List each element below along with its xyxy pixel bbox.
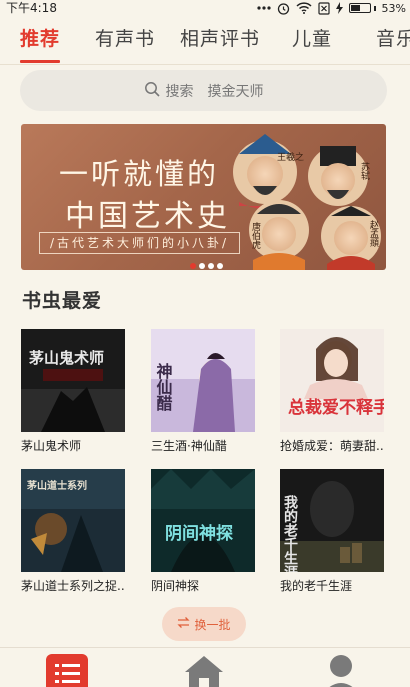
nav-home[interactable] bbox=[183, 654, 225, 687]
book-cover: 我的老千生涯 bbox=[280, 469, 384, 572]
wifi-icon bbox=[296, 2, 312, 14]
status-icons: 53% bbox=[256, 0, 406, 16]
status-time: 下午4:18 bbox=[6, 1, 57, 15]
alarm-icon bbox=[277, 2, 290, 15]
portrait-label-1: 王羲之 bbox=[277, 151, 304, 163]
svg-text:神仙醋: 神仙醋 bbox=[154, 362, 173, 412]
tab-recommend[interactable]: 推荐 bbox=[20, 24, 60, 51]
banner-title-line2: 中国艺术史 bbox=[65, 199, 230, 234]
book-cover: 茅山鬼术师 bbox=[21, 329, 125, 432]
book-card[interactable]: 茅山道士系列 茅山道士系列之捉... bbox=[21, 469, 125, 594]
refresh-batch-label: 换一批 bbox=[194, 617, 231, 632]
carousel-indicator bbox=[190, 263, 223, 269]
book-cover: 阴间神探 bbox=[151, 469, 255, 572]
svg-text:总裁爱不释手: 总裁爱不释手 bbox=[288, 397, 384, 418]
tabs-divider bbox=[0, 64, 410, 65]
sim-off-icon bbox=[317, 1, 330, 15]
search-bar[interactable]: 搜索 摸金天师 bbox=[20, 70, 387, 111]
refresh-batch-button[interactable]: 换一批 bbox=[162, 607, 246, 641]
active-tab-indicator bbox=[20, 60, 60, 63]
book-title: 茅山鬼术师 bbox=[21, 439, 82, 453]
carousel-dot[interactable] bbox=[208, 263, 214, 269]
person-icon bbox=[320, 655, 362, 687]
portrait-label-4: 赵孟頫 bbox=[368, 219, 379, 248]
nav-profile[interactable] bbox=[320, 654, 362, 687]
svg-text:茅山道士系列: 茅山道士系列 bbox=[27, 479, 87, 492]
home-icon bbox=[183, 656, 225, 687]
bottom-navigation bbox=[0, 647, 410, 687]
search-hint: 摸金天师 bbox=[207, 83, 264, 100]
book-title: 抢婚成爱：萌妻甜... bbox=[280, 439, 384, 453]
section-title: 书虫最爱 bbox=[22, 290, 103, 312]
book-title: 茅山道士系列之捉... bbox=[21, 579, 125, 593]
tab-audiobooks[interactable]: 有声书 bbox=[95, 24, 155, 51]
book-title: 三生酒·神仙醋 bbox=[151, 439, 227, 453]
portrait-label-2: 苏轼 bbox=[359, 161, 370, 181]
list-icon bbox=[46, 654, 88, 687]
search-label: 搜索 bbox=[165, 83, 194, 100]
tab-crosstalk[interactable]: 相声评书 bbox=[180, 24, 260, 51]
category-tabs: 推荐 有声书 相声评书 儿童 音乐 bbox=[0, 16, 410, 64]
book-cover: 茅山道士系列 bbox=[21, 469, 125, 572]
book-card[interactable]: 阴间神探 阴间神探 bbox=[151, 469, 255, 594]
carousel-dot[interactable] bbox=[217, 263, 223, 269]
book-card[interactable]: 总裁爱不释手 抢婚成爱：萌妻甜... bbox=[280, 329, 384, 454]
tab-children[interactable]: 儿童 bbox=[292, 24, 332, 51]
svg-text:阴间神探: 阴间神探 bbox=[165, 523, 233, 544]
search-icon bbox=[144, 81, 160, 101]
more-dots-icon bbox=[256, 5, 271, 11]
battery-text: 53% bbox=[381, 1, 406, 15]
banner-subtitle: /古代艺术大师们的小八卦/ bbox=[39, 232, 241, 254]
tab-music[interactable]: 音乐 bbox=[376, 24, 410, 51]
swap-icon bbox=[177, 617, 191, 631]
battery-indicator bbox=[348, 3, 376, 13]
book-card[interactable]: 我的老千生涯 我的老千生涯 bbox=[280, 469, 384, 594]
book-title: 阴间神探 bbox=[151, 579, 200, 593]
status-bar: 下午4:18 53% bbox=[0, 0, 410, 16]
book-title: 我的老千生涯 bbox=[280, 579, 353, 593]
carousel-dot[interactable] bbox=[199, 263, 205, 269]
nav-list[interactable] bbox=[46, 654, 88, 687]
charging-icon bbox=[335, 2, 343, 14]
book-card[interactable]: 茅山鬼术师 茅山鬼术师 bbox=[21, 329, 125, 454]
banner-title-line1: 一听就懂的 bbox=[59, 157, 220, 191]
book-card[interactable]: 神仙醋 三生酒·神仙醋 bbox=[151, 329, 255, 454]
svg-text:我的老千生涯: 我的老千生涯 bbox=[282, 495, 298, 572]
book-cover: 总裁爱不释手 bbox=[280, 329, 384, 432]
svg-text:茅山鬼术师: 茅山鬼术师 bbox=[29, 349, 104, 367]
portrait-label-3: 唐伯虎 bbox=[250, 221, 261, 250]
banner-carousel[interactable]: 王羲之 苏轼 唐伯虎 赵孟頫 一听就懂的 中国艺术史 /古代艺术大师们的小八卦/ bbox=[21, 124, 386, 270]
book-cover: 神仙醋 bbox=[151, 329, 255, 432]
carousel-dot[interactable] bbox=[190, 263, 196, 269]
